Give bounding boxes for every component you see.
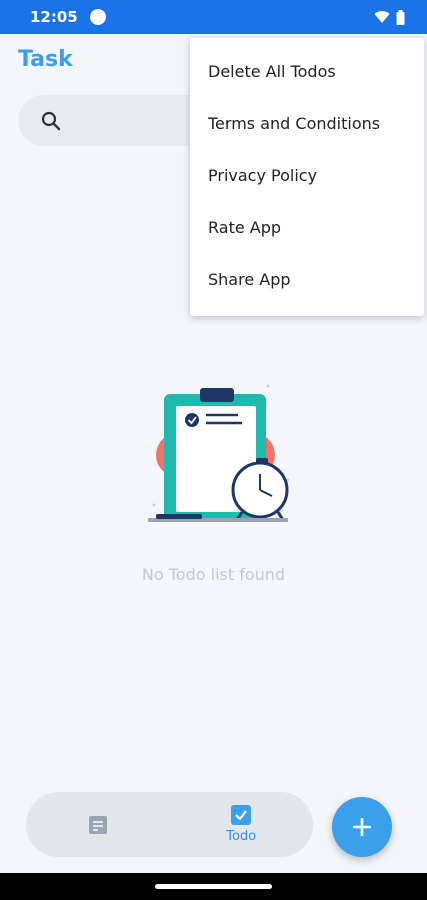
- menu-item-rate-app[interactable]: Rate App: [190, 201, 424, 253]
- bottom-navigation: Todo: [26, 792, 313, 857]
- status-icons: [374, 9, 405, 25]
- gesture-navigation-bar: [0, 873, 427, 900]
- wifi-icon: [374, 11, 390, 23]
- menu-item-privacy-policy[interactable]: Privacy Policy: [190, 149, 424, 201]
- nav-item-todo-label: Todo: [226, 829, 257, 844]
- gesture-handle[interactable]: [155, 884, 272, 889]
- notes-icon: [88, 815, 107, 834]
- notification-dot-icon: [89, 9, 106, 25]
- menu-item-delete-all-todos[interactable]: Delete All Todos: [190, 45, 424, 97]
- nav-item-notes[interactable]: [26, 792, 170, 857]
- status-time: 12:05: [30, 8, 78, 26]
- add-todo-button[interactable]: [332, 797, 392, 857]
- battery-icon: [396, 9, 405, 25]
- plus-icon: [353, 818, 371, 836]
- app-title: Task: [18, 47, 73, 72]
- nav-item-todo[interactable]: Todo: [170, 792, 314, 857]
- empty-state-message: No Todo list found: [141, 565, 286, 584]
- checkbox-icon: [231, 805, 252, 825]
- status-bar: 12:05: [0, 0, 427, 34]
- empty-clipboard-illustration: [138, 380, 298, 530]
- overflow-menu: Delete All Todos Terms and Conditions Pr…: [190, 38, 424, 316]
- menu-item-share-app[interactable]: Share App: [190, 253, 424, 305]
- menu-item-terms-and-conditions[interactable]: Terms and Conditions: [190, 97, 424, 149]
- search-icon[interactable]: [40, 110, 62, 132]
